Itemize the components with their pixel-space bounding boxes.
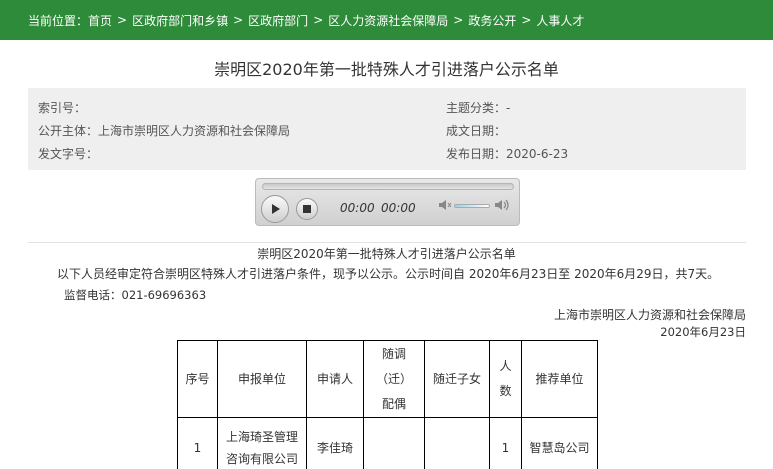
audio-player: 00:00 00:00	[255, 178, 520, 226]
meta-category-value: -	[506, 101, 511, 115]
volume-slider[interactable]	[454, 204, 490, 208]
breadcrumb-item-talent[interactable]: 人事人才	[536, 12, 584, 29]
cell-applicant-unit: 上海琦圣管理咨询有限公司	[217, 417, 307, 469]
stop-icon	[303, 205, 311, 213]
current-time: 00:00	[340, 201, 375, 215]
stop-button[interactable]	[296, 198, 318, 220]
breadcrumb-separator: >	[313, 13, 324, 27]
notice-title: 崇明区2020年第一批特殊人才引进落户公示名单	[257, 247, 516, 261]
header-spouse: 随调（迁）配偶	[363, 340, 425, 418]
meta-category-label: 主题分类：	[446, 101, 507, 115]
meta-index: 索引号：	[38, 99, 86, 116]
meta-publisher: 公开主体：上海市崇明区人力资源和社会保障局	[38, 122, 290, 139]
header-applicant: 申请人	[306, 340, 364, 418]
meta-category: 主题分类：-	[446, 99, 510, 116]
notice-body: 以下人员经审定符合崇明区特殊人才引进落户条件，现予以公示。公示时间自 2020年…	[57, 267, 720, 281]
meta-published-label: 发布日期：	[446, 147, 507, 161]
meta-created-label: 成文日期：	[446, 124, 507, 138]
table-header-row: 序号 申报单位 申请人 随调（迁）配偶 随迁子女 人数 推荐单位	[177, 340, 598, 418]
breadcrumb-prefix: 当前位置：	[28, 13, 89, 28]
breadcrumb-separator: >	[521, 13, 532, 27]
breadcrumb-separator: >	[117, 13, 128, 27]
play-icon	[272, 204, 280, 214]
cell-children	[424, 417, 490, 469]
breadcrumb-item-open-gov[interactable]: 政务公开	[468, 12, 516, 29]
roster-table: 序号 申报单位 申请人 随调（迁）配偶 随迁子女 人数 推荐单位 1 上海琦圣管…	[177, 340, 598, 469]
supervision-phone: 监督电话：021-69696363	[64, 288, 207, 302]
breadcrumb-item-home[interactable]: 首页	[88, 12, 112, 29]
header-serial: 序号	[177, 340, 218, 418]
volume-max-icon[interactable]	[494, 199, 510, 211]
breadcrumb-separator: >	[233, 13, 244, 27]
breadcrumb-item-gov-depts[interactable]: 区政府部门	[248, 12, 308, 29]
header-recommender: 推荐单位	[521, 340, 598, 418]
content-divider	[28, 242, 746, 243]
meta-doc-number: 发文字号：	[38, 145, 98, 162]
meta-doc-number-label: 发文字号：	[38, 147, 99, 161]
breadcrumb: 当前位置： 首页 > 区政府部门和乡镇 > 区政府部门 > 区人力资源社会保障局…	[0, 0, 773, 40]
duration-time: 00:00	[381, 201, 416, 215]
meta-publisher-label: 公开主体：	[38, 124, 99, 138]
audio-progress-track[interactable]	[262, 183, 514, 190]
breadcrumb-separator: >	[453, 13, 464, 27]
page-title: 崇明区2020年第一批特殊人才引进落户公示名单	[214, 60, 559, 79]
header-children: 随迁子女	[424, 340, 490, 418]
breadcrumb-item-hr-bureau[interactable]: 区人力资源社会保障局	[328, 12, 448, 29]
cell-applicant: 李佳琦	[306, 417, 364, 469]
header-count: 人数	[489, 340, 522, 418]
meta-publisher-value: 上海市崇明区人力资源和社会保障局	[98, 124, 291, 138]
meta-index-label: 索引号：	[38, 101, 87, 115]
meta-info-box: 索引号： 公开主体：上海市崇明区人力资源和社会保障局 发文字号： 主题分类：- …	[28, 88, 746, 170]
volume-mute-icon[interactable]	[438, 199, 452, 211]
play-button[interactable]	[261, 195, 289, 223]
meta-published-value: 2020-6-23	[506, 147, 569, 161]
cell-recommender: 智慧岛公司	[521, 417, 598, 469]
breadcrumb-item-district-depts[interactable]: 区政府部门和乡镇	[132, 12, 228, 29]
header-applicant-unit: 申报单位	[217, 340, 307, 418]
cell-count: 1	[489, 417, 522, 469]
cell-serial: 1	[177, 417, 218, 469]
table-row: 1 上海琦圣管理咨询有限公司 李佳琦 1 智慧岛公司	[177, 417, 598, 469]
meta-created-date: 成文日期：	[446, 122, 506, 139]
cell-spouse	[363, 417, 425, 469]
signature-organization: 上海市崇明区人力资源和社会保障局	[553, 308, 746, 322]
signature-date: 2020年6月23日	[660, 325, 746, 339]
meta-published-date: 发布日期：2020-6-23	[446, 145, 568, 162]
